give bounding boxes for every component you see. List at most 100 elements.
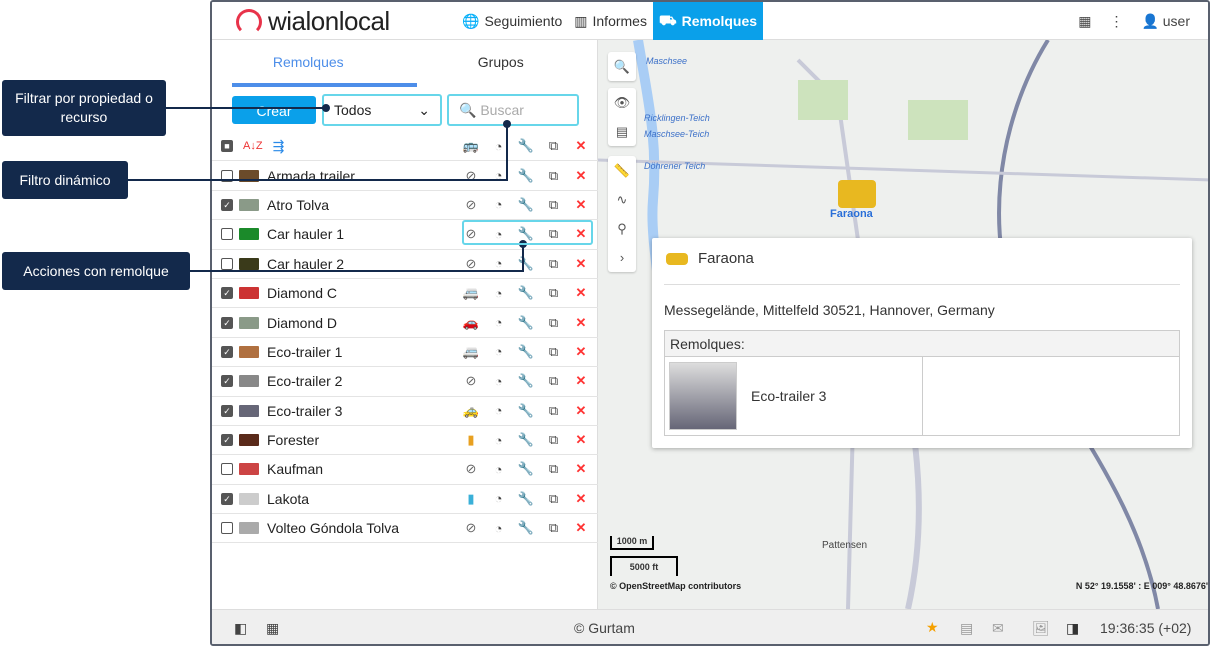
history-icon[interactable]: ◔ <box>490 344 508 359</box>
link-icon[interactable]: ⊘ <box>462 373 480 389</box>
nav-seguimiento[interactable]: 🌐 Seguimiento <box>456 2 568 40</box>
table-row[interactable]: ✓ Eco-trailer 3 🚕 ◔ 🔧 ⧉ ✕ <box>212 397 598 426</box>
row-checkbox[interactable] <box>221 463 233 476</box>
car-icon[interactable]: ▮ <box>462 432 480 448</box>
create-button[interactable]: Crear <box>232 96 316 124</box>
wrench-icon[interactable]: 🔧 <box>517 432 535 448</box>
more-menu-icon[interactable]: ⋮ <box>1109 13 1123 30</box>
history-icon[interactable]: ◔ <box>490 374 508 389</box>
wrench-icon[interactable]: 🔧 <box>517 520 535 536</box>
delete-icon[interactable]: ✕ <box>572 256 590 272</box>
row-checkbox[interactable]: ✓ <box>221 316 233 329</box>
delete-icon[interactable]: ✕ <box>572 461 590 477</box>
copy-icon[interactable]: ⧉ <box>545 168 563 184</box>
table-row[interactable]: ✓ Eco-trailer 1 🚐 ◔ 🔧 ⧉ ✕ <box>212 338 598 368</box>
route-icon[interactable]: ∿ <box>608 185 636 214</box>
ruler-icon[interactable]: 📏 <box>608 156 636 185</box>
history-icon[interactable]: ◔ <box>490 433 508 448</box>
history-icon[interactable]: ◔ <box>490 256 508 271</box>
row-checkbox[interactable]: ✓ <box>221 375 233 388</box>
unit-marker-label[interactable]: Faraona <box>830 208 873 220</box>
copy-icon[interactable]: ⧉ <box>545 520 563 536</box>
layout-icon[interactable]: ◨ <box>1066 620 1079 637</box>
grid-icon[interactable]: ▦ <box>266 620 279 637</box>
map[interactable]: Maschsee Ricklingen-Teich Maschsee-Teich… <box>598 40 1208 609</box>
table-row[interactable]: Kaufman ⊘ ◔ 🔧 ⧉ ✕ <box>212 455 598 485</box>
row-checkbox[interactable] <box>221 228 233 241</box>
trailer-name[interactable]: Kaufman <box>267 461 462 477</box>
copy-icon[interactable]: ⧉ <box>545 373 563 389</box>
delete-icon[interactable]: ✕ <box>572 403 590 419</box>
table-row[interactable]: Armada trailer ⊘ ◔ 🔧 ⧉ ✕ <box>212 161 598 191</box>
popup-trailer-item[interactable]: Eco-trailer 3 <box>665 357 923 435</box>
history-icon[interactable]: ◔ <box>490 462 508 477</box>
trailer-name[interactable]: Atro Tolva <box>267 197 462 213</box>
link-icon[interactable]: ⊘ <box>462 520 480 536</box>
history-icon[interactable]: ◔ <box>490 315 508 330</box>
tab-grupos[interactable]: Grupos <box>405 40 598 87</box>
wrench-icon[interactable]: 🔧 <box>517 315 535 331</box>
delete-icon[interactable]: ✕ <box>572 491 590 507</box>
delete-icon[interactable]: ✕ <box>572 168 590 184</box>
trailer-name[interactable]: Diamond C <box>267 285 462 301</box>
notifications-icon[interactable]: ▤ <box>960 620 973 637</box>
copy-icon[interactable]: ⧉ <box>545 432 563 448</box>
car-icon[interactable]: 🚕 <box>462 403 480 419</box>
row-checkbox[interactable]: ✓ <box>221 198 233 211</box>
row-checkbox[interactable]: ✓ <box>221 287 233 300</box>
table-row[interactable]: ✓ Forester ▮ ◔ 🔧 ⧉ ✕ <box>212 426 598 456</box>
car-icon[interactable]: 🚗 <box>462 315 480 331</box>
link-icon[interactable]: ⊘ <box>462 168 480 184</box>
table-row[interactable]: Car hauler 2 ⊘ ◔ 🔧 ⧉ ✕ <box>212 250 598 279</box>
history-icon[interactable]: ◔ <box>490 286 508 301</box>
trailer-name[interactable]: Lakota <box>267 491 462 507</box>
table-row[interactable]: ✓ Atro Tolva ⊘ ◔ 🔧 ⧉ ✕ <box>212 191 598 221</box>
trailer-name[interactable]: Eco-trailer 2 <box>267 373 462 389</box>
panel-toggle-icon[interactable]: ◧ <box>234 620 247 637</box>
row-checkbox[interactable]: ✓ <box>221 492 233 505</box>
wrench-icon[interactable]: 🔧 <box>517 168 535 184</box>
trailer-name[interactable]: Eco-trailer 3 <box>267 403 462 419</box>
row-checkbox[interactable]: ✓ <box>221 345 233 358</box>
table-row[interactable]: ✓ Diamond D 🚗 ◔ 🔧 ⧉ ✕ <box>212 308 598 338</box>
link-icon[interactable]: ⊘ <box>462 197 480 213</box>
wrench-icon[interactable]: 🔧 <box>517 461 535 477</box>
copy-icon[interactable]: ⧉ <box>545 256 563 272</box>
sort-az-icon[interactable]: A↓Z <box>243 140 263 152</box>
row-checkbox[interactable]: ✓ <box>221 404 233 417</box>
delete-icon[interactable]: ✕ <box>572 285 590 301</box>
trailer-name[interactable]: Eco-trailer 1 <box>267 344 462 360</box>
messages-icon[interactable]: ✉ <box>992 620 1004 637</box>
delete-icon[interactable]: ✕ <box>572 373 590 389</box>
trailer-name[interactable]: Car hauler 1 <box>267 226 462 242</box>
map-icon[interactable]: ▤ <box>608 117 636 146</box>
image-icon[interactable]: 🖼 <box>1032 620 1050 637</box>
map-search-button[interactable]: 🔍 <box>608 52 636 81</box>
nav-remolques[interactable]: ⛟ Remolques <box>652 2 764 40</box>
history-icon[interactable]: ◔ <box>490 491 508 506</box>
trailer-name[interactable]: Forester <box>267 432 462 448</box>
history-icon[interactable]: ◔ <box>490 521 508 536</box>
copy-icon[interactable]: ⧉ <box>545 461 563 477</box>
filter-select[interactable]: Todos ⌄ <box>322 94 442 126</box>
delete-icon[interactable]: ✕ <box>572 432 590 448</box>
table-row[interactable]: Volteo Góndola Tolva ⊘ ◔ 🔧 ⧉ ✕ <box>212 514 598 544</box>
row-checkbox[interactable]: ✓ <box>221 434 233 447</box>
table-row[interactable]: ✓ Lakota ▮ ◔ 🔧 ⧉ ✕ <box>212 485 598 515</box>
wrench-icon[interactable]: 🔧 <box>517 344 535 360</box>
tab-remolques[interactable]: Remolques <box>212 40 405 87</box>
row-checkbox[interactable] <box>221 257 233 270</box>
unit-marker-icon[interactable] <box>838 180 876 208</box>
copy-icon[interactable]: ⧉ <box>545 403 563 419</box>
expand-icon[interactable]: › <box>608 243 636 272</box>
van-icon[interactable]: 🚐 <box>462 344 480 360</box>
van-icon[interactable]: 🚐 <box>462 285 480 301</box>
wrench-icon[interactable]: 🔧 <box>517 197 535 213</box>
table-row[interactable]: ✓ Eco-trailer 2 ⊘ ◔ 🔧 ⧉ ✕ <box>212 367 598 397</box>
wrench-icon[interactable]: 🔧 <box>517 491 535 507</box>
history-icon[interactable]: ◔ <box>490 197 508 212</box>
copy-icon[interactable]: ⧉ <box>545 315 563 331</box>
nav-informes[interactable]: ▥ Informes <box>568 2 653 40</box>
wrench-icon[interactable]: 🔧 <box>517 373 535 389</box>
star-icon[interactable]: ★ <box>926 619 939 636</box>
